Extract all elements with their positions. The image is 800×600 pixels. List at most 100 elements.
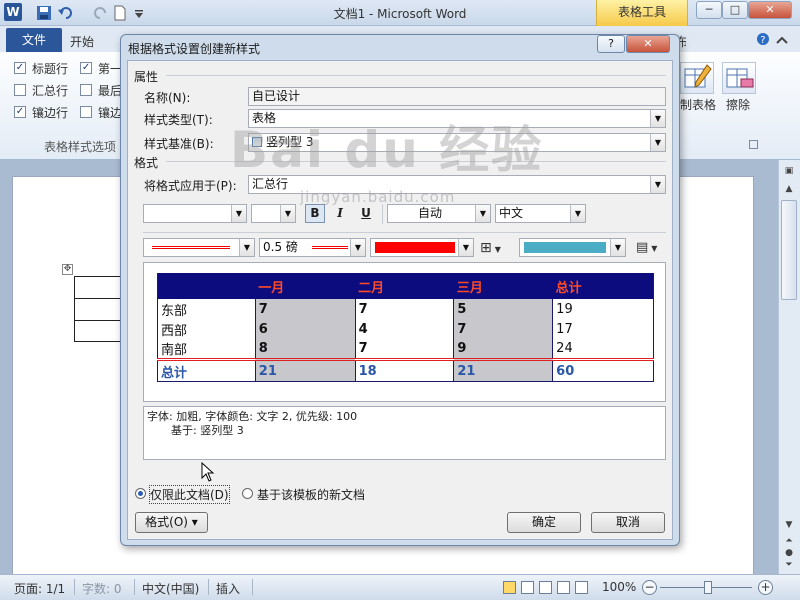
help-circle-icon[interactable]: ?: [756, 32, 770, 46]
baidu-watermark-url: jingyan.baidu.com: [300, 188, 456, 206]
language-indicator[interactable]: 中文(中国): [142, 580, 199, 597]
font-name-dropdown[interactable]: ▼: [143, 204, 247, 223]
preview-cell: 7: [453, 319, 554, 339]
redo-icon[interactable]: [92, 5, 108, 21]
shading-color-dropdown[interactable]: ▼: [519, 238, 626, 257]
table-tools-tab[interactable]: 表格工具: [596, 0, 688, 26]
scrollbar-thumb[interactable]: [781, 200, 797, 300]
border-color-swatch: [375, 242, 455, 253]
page-count[interactable]: 页面: 1/1: [14, 580, 65, 597]
italic-button[interactable]: I: [330, 204, 350, 223]
border-color-dropdown[interactable]: ▼: [370, 238, 474, 257]
underline-button[interactable]: U: [356, 204, 376, 223]
preview-total-cell: 60: [552, 358, 654, 382]
chevron-down-icon[interactable]: ▼: [610, 239, 625, 256]
only-this-document-label[interactable]: 仅限此文档(D): [149, 485, 230, 504]
only-this-document-radio[interactable]: [135, 488, 146, 499]
script-value: 中文: [499, 206, 524, 220]
chevron-down-icon[interactable]: ▼: [650, 134, 665, 151]
minimize-button[interactable]: ─: [696, 1, 722, 19]
window-title: 文档1 - Microsoft Word: [333, 7, 467, 21]
word-app-icon[interactable]: W: [4, 3, 22, 21]
checkbox-banded-columns-box[interactable]: [80, 106, 93, 118]
dialog-help-button[interactable]: ?: [597, 35, 625, 53]
tab-start[interactable]: 开始: [70, 33, 94, 50]
script-dropdown[interactable]: 中文 ▼: [495, 204, 586, 223]
preview-cell: 24: [552, 339, 654, 360]
style-type-label: 样式类型(T):: [144, 113, 213, 127]
format-button[interactable]: 格式(O) ▾: [135, 512, 208, 533]
close-window-button[interactable]: ✕: [748, 1, 792, 19]
checkbox-banded-rows-label: 镶边行: [32, 105, 69, 120]
new-docs-from-template-label[interactable]: 基于该模板的新文档: [257, 486, 365, 503]
preview-cell: 5: [453, 299, 554, 319]
chevron-down-icon[interactable]: ▼: [231, 205, 246, 222]
zoom-level[interactable]: 100%: [602, 580, 636, 594]
dialog-close-button[interactable]: ✕: [626, 35, 670, 53]
style-description: 字体: 加粗, 字体颜色: 文字 2, 优先级: 100 基于: 竖列型 3: [143, 406, 666, 460]
collapse-ribbon-icon[interactable]: [776, 34, 790, 46]
double-line-border-icon: [152, 246, 230, 249]
new-docs-from-template-radio[interactable]: [242, 488, 253, 499]
preview-row-label: 西部: [157, 319, 256, 339]
preview-total-label: 总计: [157, 358, 256, 382]
new-document-icon[interactable]: [112, 5, 128, 21]
eraser-icon[interactable]: [722, 62, 756, 94]
tab-file[interactable]: 文件: [6, 28, 62, 52]
checkbox-total-row[interactable]: 汇总行 最后: [14, 81, 122, 99]
bold-button[interactable]: B: [305, 204, 325, 223]
cell-alignment-button[interactable]: ▤ ▼: [636, 240, 666, 257]
ruler-toggle-icon[interactable]: ▣: [780, 164, 798, 178]
checkbox-first-column-box[interactable]: ✓: [80, 62, 93, 74]
zoom-out-button[interactable]: −: [642, 580, 657, 595]
checkbox-header-row[interactable]: ✓ 标题行 ✓ 第一: [14, 59, 122, 77]
font-color-dropdown[interactable]: 自动 ▼: [387, 204, 491, 223]
checkbox-header-row-box[interactable]: ✓: [14, 62, 26, 74]
table-move-handle-icon[interactable]: ✥: [62, 264, 73, 275]
chevron-down-icon[interactable]: ▼: [570, 205, 585, 222]
maximize-button[interactable]: □: [722, 1, 748, 19]
ok-button[interactable]: 确定: [507, 512, 581, 533]
word-count[interactable]: 字数: 0: [82, 580, 122, 597]
draw-table-icon[interactable]: [680, 62, 714, 94]
chevron-down-icon[interactable]: ▼: [650, 110, 665, 127]
checkbox-total-row-box[interactable]: [14, 84, 26, 96]
preview-row-label: 东部: [157, 299, 256, 319]
group-dialog-launcher-icon[interactable]: [749, 140, 758, 149]
undo-icon[interactable]: [58, 5, 74, 21]
border-width-dropdown[interactable]: 0.5 磅 ▼: [259, 238, 366, 257]
style-description-line: 字体: 加粗, 字体颜色: 文字 2, 优先级: 100: [147, 410, 358, 423]
status-bar: 页面: 1/1 字数: 0 中文(中国) 插入 100% − +: [0, 574, 800, 600]
outline-view-icon[interactable]: [557, 581, 570, 594]
font-size-dropdown[interactable]: ▼: [251, 204, 296, 223]
font-color-value: 自动: [418, 206, 443, 220]
save-icon[interactable]: [36, 5, 52, 21]
checkbox-banded-rows-box[interactable]: ✓: [14, 106, 26, 118]
borders-button[interactable]: ⊞ ▼: [480, 240, 510, 257]
zoom-slider-thumb[interactable]: [704, 581, 712, 594]
chevron-down-icon[interactable]: ▼: [239, 239, 254, 256]
chevron-down-icon[interactable]: ▼: [350, 239, 365, 256]
scroll-up-icon[interactable]: ▲: [780, 182, 798, 196]
preview-total-cell: 18: [355, 358, 455, 382]
zoom-in-button[interactable]: +: [758, 580, 773, 595]
scroll-down-icon[interactable]: ▼: [780, 518, 798, 532]
cancel-button[interactable]: 取消: [591, 512, 665, 533]
preview-header-cell: 一月: [255, 273, 356, 299]
checkbox-last-column-box[interactable]: [80, 84, 93, 96]
chevron-down-icon[interactable]: ▼: [475, 205, 490, 222]
full-screen-reading-view-icon[interactable]: [521, 581, 534, 594]
chevron-down-icon[interactable]: ▼: [280, 205, 295, 222]
draft-view-icon[interactable]: [575, 581, 588, 594]
chevron-down-icon[interactable]: ▼: [650, 176, 665, 193]
print-layout-view-icon[interactable]: [503, 581, 516, 594]
style-name-input[interactable]: 自已设计: [248, 87, 666, 106]
web-layout-view-icon[interactable]: [539, 581, 552, 594]
customize-toolbar-icon[interactable]: [134, 8, 150, 24]
checkbox-banded-rows[interactable]: ✓ 镶边行 镶边: [14, 103, 122, 121]
insert-mode[interactable]: 插入: [216, 580, 240, 597]
border-style-dropdown[interactable]: ▼: [143, 238, 255, 257]
next-page-icon[interactable]: ⏷: [780, 558, 798, 572]
chevron-down-icon[interactable]: ▼: [458, 239, 473, 256]
preview-cell: 19: [552, 299, 654, 319]
